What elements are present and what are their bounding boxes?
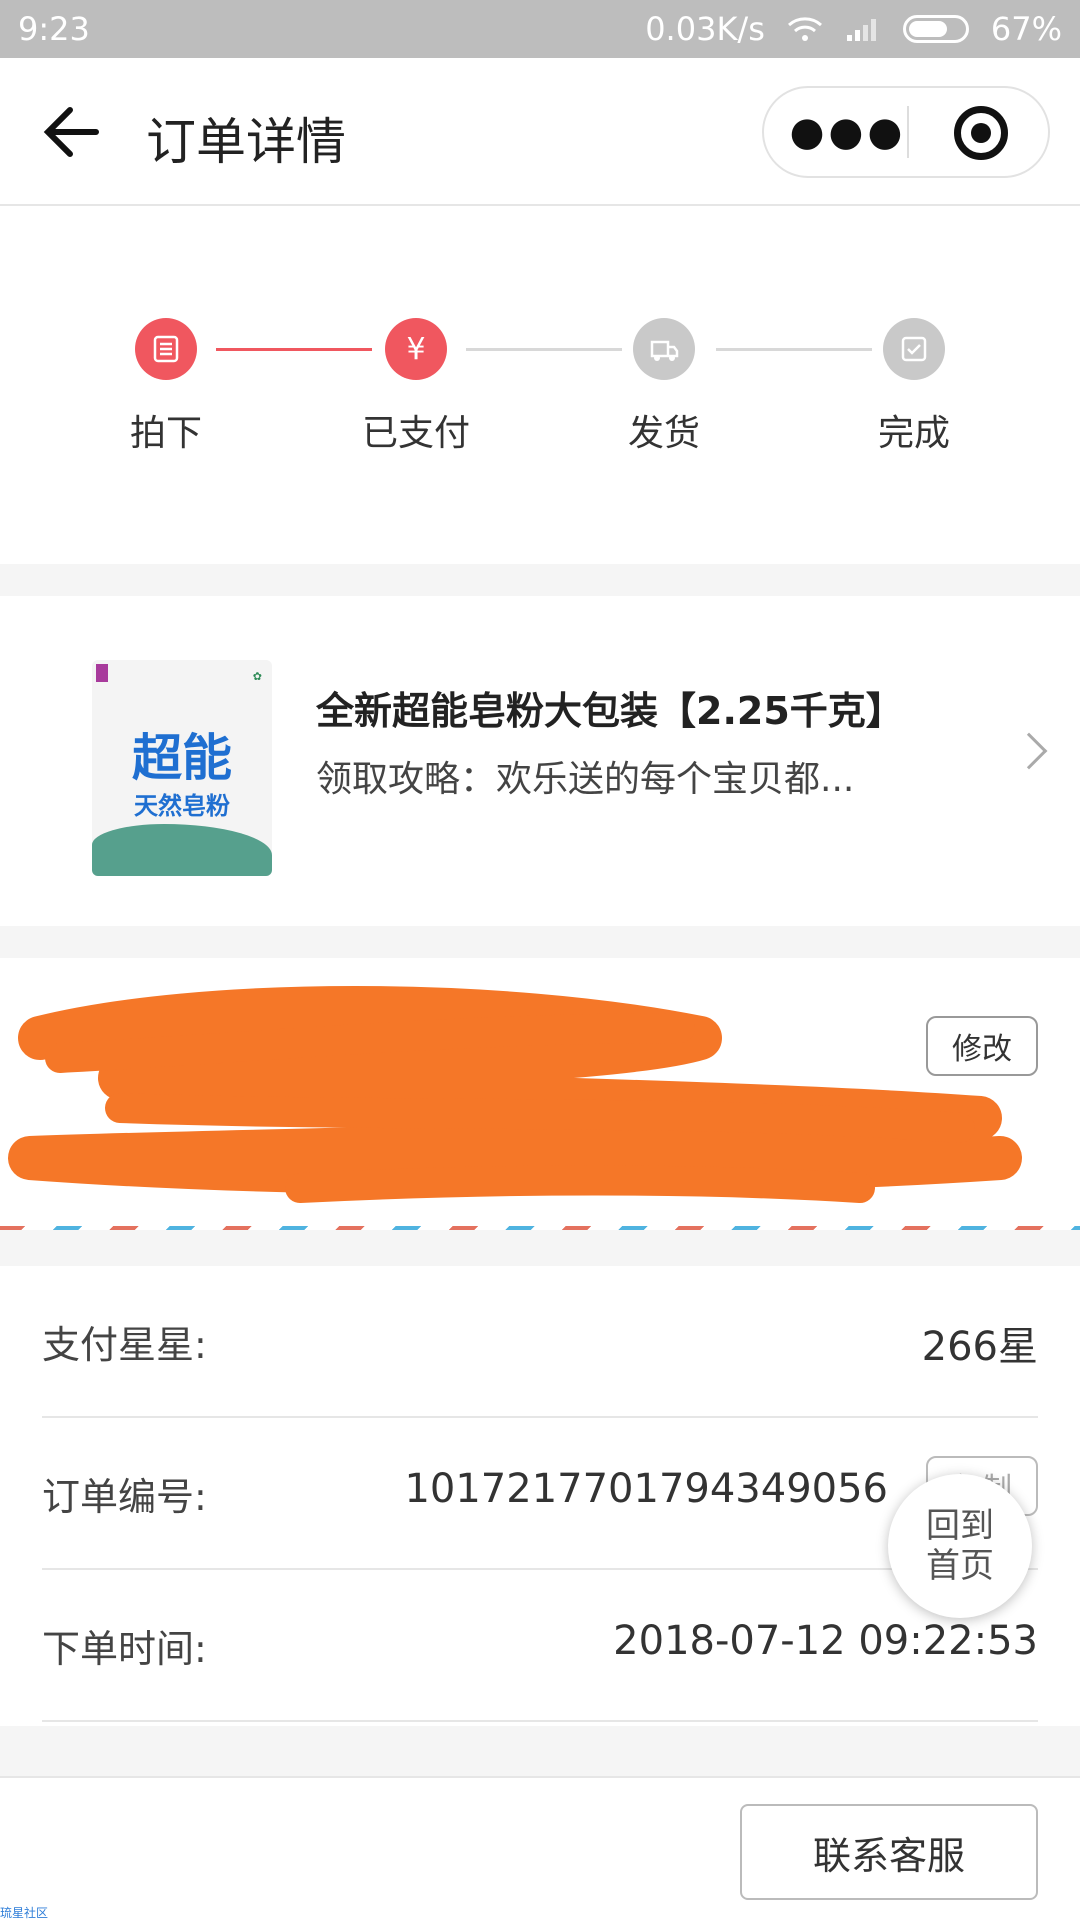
order-number-value: 1017217701794349056 [404, 1466, 888, 1512]
signal-icon [846, 19, 876, 41]
yuan-icon: ¥ [385, 318, 447, 380]
pack-brand: 超能 [132, 729, 232, 787]
address-section: 收件 修改 [0, 958, 1080, 1230]
more-dots-icon[interactable]: ●●● [790, 88, 903, 176]
envelope-border [0, 1226, 1080, 1230]
step-label: 发货 [627, 413, 700, 454]
contact-service-button[interactable]: 联系客服 [740, 1804, 1038, 1900]
step-complete: 完成 [814, 318, 1014, 456]
page-title: 订单详情 [146, 113, 346, 171]
order-time-value: 2018-07-12 09:22:53 [613, 1618, 1038, 1664]
watermark: 琉星社区 [0, 1906, 49, 1920]
product-title: 全新超能皂粉大包装【2.25千克】 [316, 689, 904, 733]
product-desc: 领取攻略：欢乐送的每个宝贝都... [316, 759, 855, 800]
status-right: 0.03K/s 67% [645, 10, 1062, 48]
check-icon [883, 318, 945, 380]
back-arrow-icon[interactable] [40, 102, 104, 162]
capsule-divider [907, 106, 909, 158]
redaction-scribble [8, 986, 1022, 1203]
battery-icon [902, 15, 969, 43]
wifi-icon [787, 17, 822, 41]
pack-sub: 天然皂粉 [134, 792, 230, 820]
pay-value: 266星 [921, 1324, 1038, 1370]
pay-label: 支付星星: [42, 1323, 207, 1367]
chevron-right-icon [1010, 732, 1048, 770]
leaf-icon: ✿ [252, 670, 262, 683]
step-paid: ¥ 已支付 [316, 318, 516, 456]
network-speed: 0.03K/s [645, 10, 765, 48]
footer-bar: 联系客服 [0, 1776, 1080, 1920]
status-time: 9:23 [18, 10, 90, 48]
mini-program-capsule: ●●● [762, 86, 1050, 178]
step-label: 已支付 [361, 413, 470, 454]
order-time-label: 下单时间: [42, 1627, 207, 1671]
product-image: ✿ 超能 天然皂粉 [92, 660, 272, 876]
close-target-icon[interactable] [954, 106, 1008, 160]
leaf-decoration [92, 824, 272, 876]
back-home-button[interactable]: 回到 首页 [888, 1474, 1032, 1618]
step-placed: 拍下 [66, 318, 266, 456]
step-label: 拍下 [129, 413, 202, 454]
order-number-label: 订单编号: [42, 1475, 207, 1519]
pay-row: 支付星星: 266星 [42, 1266, 1038, 1418]
nav-bar: 订单详情 ●●● [0, 58, 1080, 206]
battery-percent: 67% [990, 10, 1062, 48]
home-line-2: 首页 [926, 1546, 994, 1586]
pack-tag [96, 664, 108, 682]
status-bar: 9:23 0.03K/s 67% [0, 0, 1080, 58]
truck-icon [633, 318, 695, 380]
order-progress: 拍下 ¥ 已支付 发货 完成 [0, 206, 1080, 564]
step-shipped: 发货 [564, 318, 764, 456]
home-line-1: 回到 [926, 1506, 994, 1546]
order-time-row: 下单时间: 2018-07-12 09:22:53 [42, 1570, 1038, 1722]
product-card[interactable]: ✿ 超能 天然皂粉 全新超能皂粉大包装【2.25千克】 领取攻略：欢乐送的每个宝… [0, 596, 1080, 926]
step-label: 完成 [877, 413, 950, 454]
order-list-icon [135, 318, 197, 380]
